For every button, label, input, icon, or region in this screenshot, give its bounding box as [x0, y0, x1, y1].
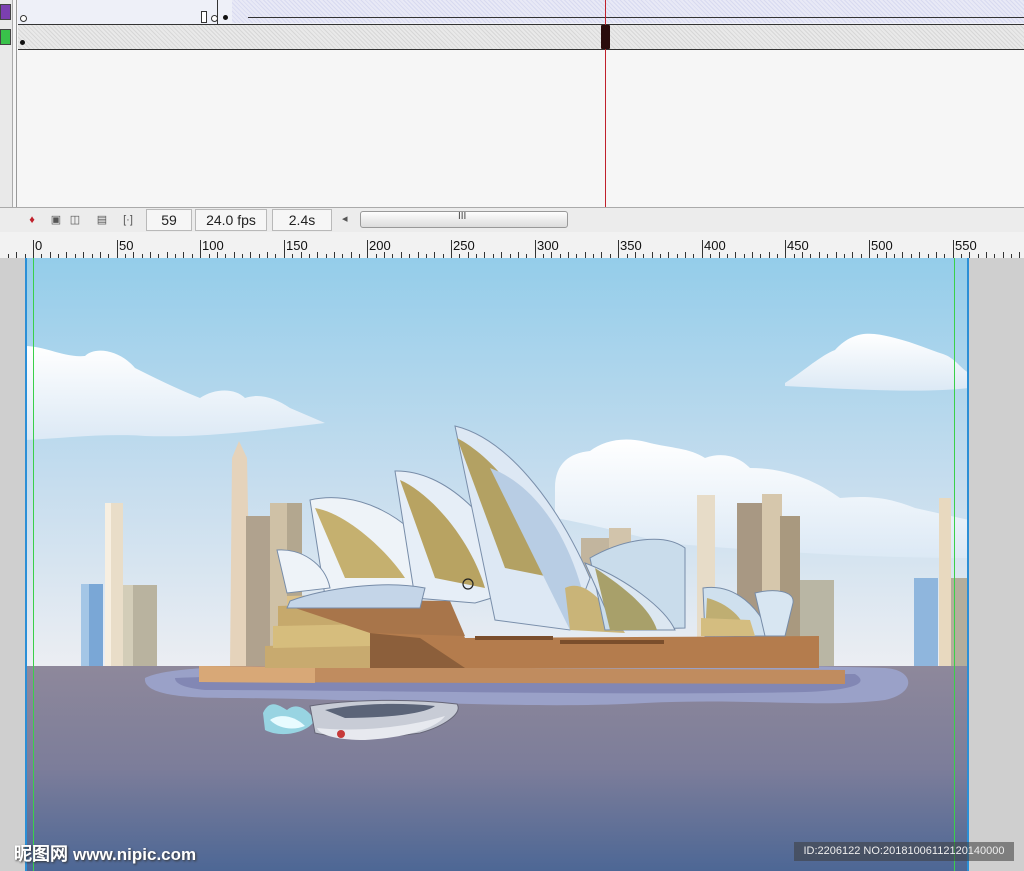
ruler-tick	[618, 240, 619, 258]
ruler-label: 0	[35, 238, 43, 253]
timeline-status-bar: ♦ ▣ ◫ ▤ [·] 59 24.0 fps 2.4s ◂ III	[0, 207, 1024, 233]
center-frame-icon[interactable]: ♦	[24, 212, 40, 228]
blank-keyframe[interactable]	[20, 15, 27, 22]
playhead-handle[interactable]	[601, 25, 610, 49]
ruler-label: 100	[202, 238, 224, 253]
ruler-tick	[117, 240, 118, 258]
stage-canvas[interactable]	[25, 258, 969, 871]
timeline-divider	[16, 0, 17, 208]
stage-left-edge	[25, 258, 27, 871]
onion-skin-outlines-icon[interactable]: ◫	[67, 212, 83, 228]
ruler-label: 550	[955, 238, 977, 253]
ruler-tick	[953, 240, 954, 258]
ruler-tick	[869, 240, 870, 258]
ruler-tick	[785, 240, 786, 258]
ruler-label: 450	[787, 238, 809, 253]
right-guide-line[interactable]	[954, 258, 955, 871]
frame-rate-field[interactable]: 24.0 fps	[195, 209, 267, 231]
ruler-label: 200	[369, 238, 391, 253]
keyframe[interactable]	[20, 40, 25, 45]
elapsed-time-field: 2.4s	[272, 209, 332, 231]
watermark-cn: 昵图网	[14, 844, 68, 864]
frame-divider	[217, 0, 218, 24]
ruler-label: 400	[704, 238, 726, 253]
motion-tween-span[interactable]	[232, 0, 1024, 23]
timeline-horizontal-scrollbar[interactable]: III	[360, 211, 568, 228]
edit-multiple-frames-icon[interactable]: ▤	[94, 212, 110, 228]
watermark-id: ID:2206122 NO:20181006112120140000	[794, 842, 1014, 861]
ruler-tick	[200, 240, 201, 258]
watermark-url: www.nipic.com	[73, 845, 197, 864]
horizontal-ruler: 0 50 100 150 200 250 300 350 400 450 500 550	[0, 232, 1024, 259]
left-guide-line[interactable]	[33, 258, 34, 871]
scrollbar-grip: III	[458, 211, 467, 222]
pasteboard	[0, 258, 1024, 871]
ruler-tick	[367, 240, 368, 258]
ruler-tick	[451, 240, 452, 258]
frame-end-marker[interactable]	[201, 11, 207, 23]
watermark-logo: 昵图网 www.nipic.com	[14, 840, 196, 866]
ruler-label: 350	[620, 238, 642, 253]
ruler-tick	[535, 240, 536, 258]
ruler-label: 150	[286, 238, 308, 253]
modify-markers-icon[interactable]: [·]	[120, 212, 136, 228]
scene-artwork	[25, 258, 969, 871]
ruler-tick	[284, 240, 285, 258]
ruler-label: 250	[453, 238, 475, 253]
onion-skin-icon[interactable]: ▣	[48, 212, 64, 228]
current-frame-field[interactable]: 59	[146, 209, 192, 231]
ruler-label: 50	[119, 238, 134, 253]
ruler-label: 300	[537, 238, 559, 253]
layer-1-color-swatch[interactable]	[0, 4, 11, 20]
ruler-tick	[33, 240, 34, 258]
stage-right-edge	[967, 258, 969, 871]
tween-arrow-line	[248, 17, 1024, 18]
ruler-tick	[702, 240, 703, 258]
layer-gutter	[0, 0, 13, 208]
ruler-label: 500	[871, 238, 893, 253]
timeline-panel	[0, 0, 1024, 208]
layer-2-color-swatch[interactable]	[0, 29, 11, 45]
keyframe[interactable]	[223, 15, 228, 20]
layer-2-frames[interactable]	[18, 25, 1024, 50]
layer-1-frames[interactable]	[18, 0, 1024, 25]
scroll-left-icon[interactable]: ◂	[342, 212, 348, 225]
